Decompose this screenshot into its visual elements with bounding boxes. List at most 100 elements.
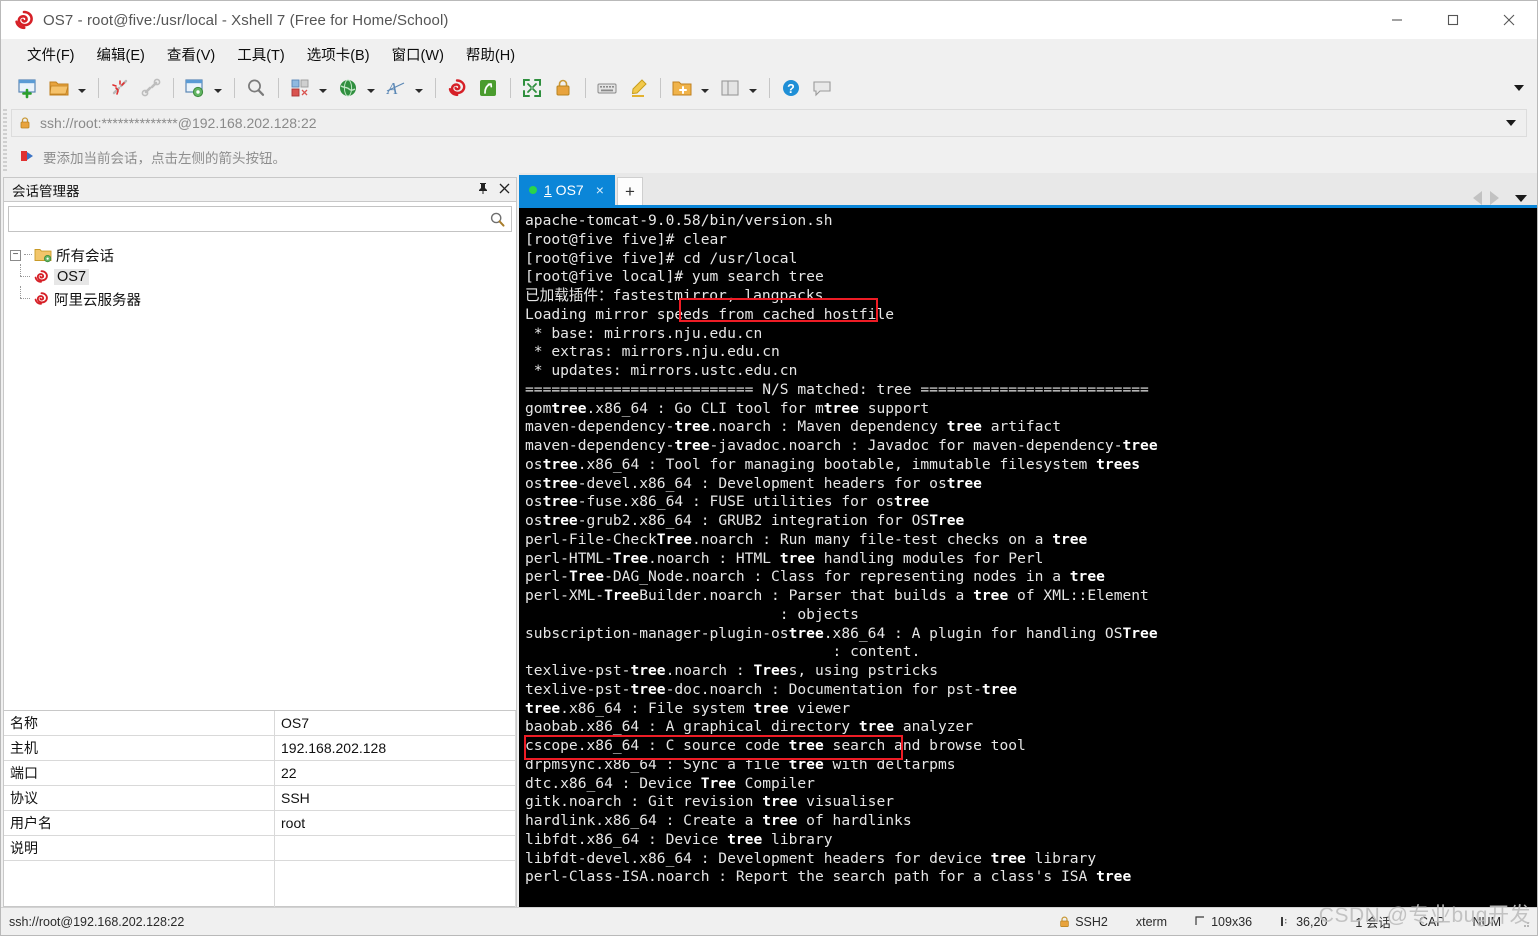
terminal-line: baobab.x86_64 : A graphical directory tr… — [525, 718, 974, 736]
terminal-line: texlive-pst-tree.noarch : Trees, using p… — [525, 662, 938, 679]
new-folder-icon[interactable] — [667, 73, 697, 103]
tree-guide — [20, 286, 22, 298]
session-tree-item-os7[interactable]: OS7 — [10, 264, 516, 288]
font-dropdown-icon[interactable] — [412, 73, 425, 103]
toolbar-separator — [660, 78, 661, 98]
chevron-down-icon[interactable] — [1515, 194, 1527, 202]
terminal-line: perl-HTML-Tree.noarch : HTML tree handli… — [525, 549, 1044, 567]
status-size: 109x36 — [1181, 915, 1266, 929]
open-folder-dropdown-icon[interactable] — [75, 73, 88, 103]
disconnect-icon[interactable] — [105, 73, 135, 103]
lock-icon — [1059, 916, 1070, 928]
session-properties-icon[interactable] — [180, 73, 210, 103]
panes-dropdown-icon[interactable] — [746, 73, 759, 103]
maximize-button[interactable] — [1425, 1, 1481, 39]
new-session-icon[interactable] — [13, 73, 43, 103]
prop-key: 协议 — [4, 785, 275, 811]
chevron-left-icon[interactable] — [1473, 191, 1482, 205]
toolbar-separator — [173, 78, 174, 98]
session-properties-dropdown-icon[interactable] — [211, 73, 224, 103]
xftp-icon[interactable] — [473, 73, 503, 103]
toolbar-separator — [769, 78, 770, 98]
session-tree-root-label: 所有会话 — [56, 248, 114, 265]
globe-dropdown-icon[interactable] — [364, 73, 377, 103]
lock-icon[interactable] — [548, 73, 578, 103]
resize-grip-icon[interactable] — [1519, 916, 1531, 928]
menu-edit[interactable]: 编辑(E) — [89, 41, 153, 68]
terminal-line: : content. — [525, 643, 921, 661]
toolbar-overflow-chevron-down-icon[interactable] — [1509, 69, 1529, 107]
session-icon — [32, 269, 50, 285]
new-tab-button[interactable]: + — [617, 177, 643, 205]
tab-status-dot-icon — [529, 186, 537, 194]
keyboard-icon[interactable] — [592, 73, 622, 103]
prop-value: SSH — [274, 785, 516, 811]
globe-icon[interactable] — [333, 73, 363, 103]
font-icon[interactable]: A — [381, 73, 411, 103]
cursor-icon — [1280, 916, 1291, 927]
minimize-button[interactable] — [1369, 1, 1425, 39]
address-input[interactable]: ssh://root:**************@192.168.202.12… — [40, 115, 317, 131]
xshell-logo-icon — [13, 9, 35, 31]
window-titlebar: OS7 - root@five:/usr/local - Xshell 7 (F… — [1, 1, 1537, 39]
new-folder-dropdown-icon[interactable] — [698, 73, 711, 103]
prop-key: 用户名 — [4, 810, 275, 836]
address-chevron-down-icon[interactable] — [1506, 120, 1516, 126]
session-properties-table: 名称 OS7 主机 192.168.202.128 端口 22 协议 SSH 用… — [4, 711, 516, 913]
menu-file[interactable]: 文件(F) — [19, 41, 83, 68]
close-button[interactable] — [1481, 1, 1537, 39]
open-folder-icon[interactable] — [44, 73, 74, 103]
menu-tabs[interactable]: 选项卡(B) — [299, 41, 378, 68]
xshell-icon[interactable] — [442, 73, 472, 103]
chat-icon[interactable] — [807, 73, 837, 103]
fullscreen-icon[interactable] — [517, 73, 547, 103]
tree-collapse-toggle[interactable]: − — [10, 249, 21, 261]
tab-os7[interactable]: 1 OS7 × — [519, 175, 615, 205]
session-tree-item-aliyun[interactable]: 阿里云服务器 — [10, 286, 516, 310]
prop-key: 名称 — [4, 711, 275, 736]
close-icon[interactable] — [499, 183, 510, 196]
terminal-line: subscription-manager-plugin-ostree.x86_6… — [525, 624, 1158, 642]
terminal-line: maven-dependency-tree.noarch : Maven dep… — [525, 418, 1061, 436]
menu-help[interactable]: 帮助(H) — [458, 41, 523, 68]
status-connection-url: ssh://root@192.168.202.128:22 — [9, 914, 185, 929]
session-tree-root[interactable]: − 所有会话 — [10, 244, 516, 266]
session-icon — [32, 291, 50, 307]
status-terminal-type: xterm — [1135, 914, 1168, 929]
terminal-line: * extras: mirrors.nju.edu.cn — [525, 343, 780, 361]
toolbar-separator — [435, 78, 436, 98]
prop-value: 22 — [274, 760, 516, 786]
session-tree-item-label: OS7 — [54, 269, 90, 285]
search-icon[interactable] — [489, 211, 506, 228]
toolbar-separator — [510, 78, 511, 98]
panes-icon[interactable] — [715, 73, 745, 103]
table-row: 说明 — [4, 835, 516, 861]
session-manager-panel: 会话管理器 − 所有会话 OS7 阿里云服务器 名称 OS7 主机 192.16… — [3, 177, 517, 913]
menu-tools[interactable]: 工具(T) — [229, 41, 293, 68]
layout-dropdown-icon[interactable] — [316, 73, 329, 103]
session-search-box[interactable] — [8, 206, 512, 232]
terminal-line: perl-Class-ISA.noarch : Report the searc… — [525, 868, 1132, 886]
prop-key: 端口 — [4, 760, 275, 786]
menu-view[interactable]: 查看(V) — [159, 41, 223, 68]
tab-close-icon[interactable]: × — [596, 183, 604, 197]
chevron-right-icon[interactable] — [1490, 191, 1499, 205]
highlight-icon[interactable] — [623, 73, 653, 103]
menu-window[interactable]: 窗口(W) — [384, 41, 452, 68]
help-icon[interactable]: ? — [776, 73, 806, 103]
find-icon[interactable] — [241, 73, 271, 103]
address-bar[interactable]: ssh://root:**************@192.168.202.12… — [11, 109, 1527, 137]
session-manager-header: 会话管理器 — [4, 178, 516, 202]
pin-icon[interactable] — [477, 182, 489, 197]
terminal-output[interactable]: apache-tomcat-9.0.58/bin/version.sh [root… — [519, 208, 1537, 907]
terminal-line: [root@five five]# cd /usr/local — [525, 249, 798, 267]
layout-icon[interactable] — [285, 73, 315, 103]
session-properties-panel: 名称 OS7 主机 192.168.202.128 端口 22 协议 SSH 用… — [4, 710, 516, 913]
terminal-line: ostree-devel.x86_64 : Development header… — [525, 474, 982, 492]
tree-guide — [20, 264, 22, 276]
status-num: NUM — [1472, 914, 1501, 929]
table-row-empty — [4, 860, 516, 913]
terminal-line: libfdt.x86_64 : Device tree library — [525, 830, 833, 848]
link-icon[interactable] — [136, 73, 166, 103]
terminal-line: ostree-grub2.x86_64 : GRUB2 integration … — [525, 512, 965, 529]
